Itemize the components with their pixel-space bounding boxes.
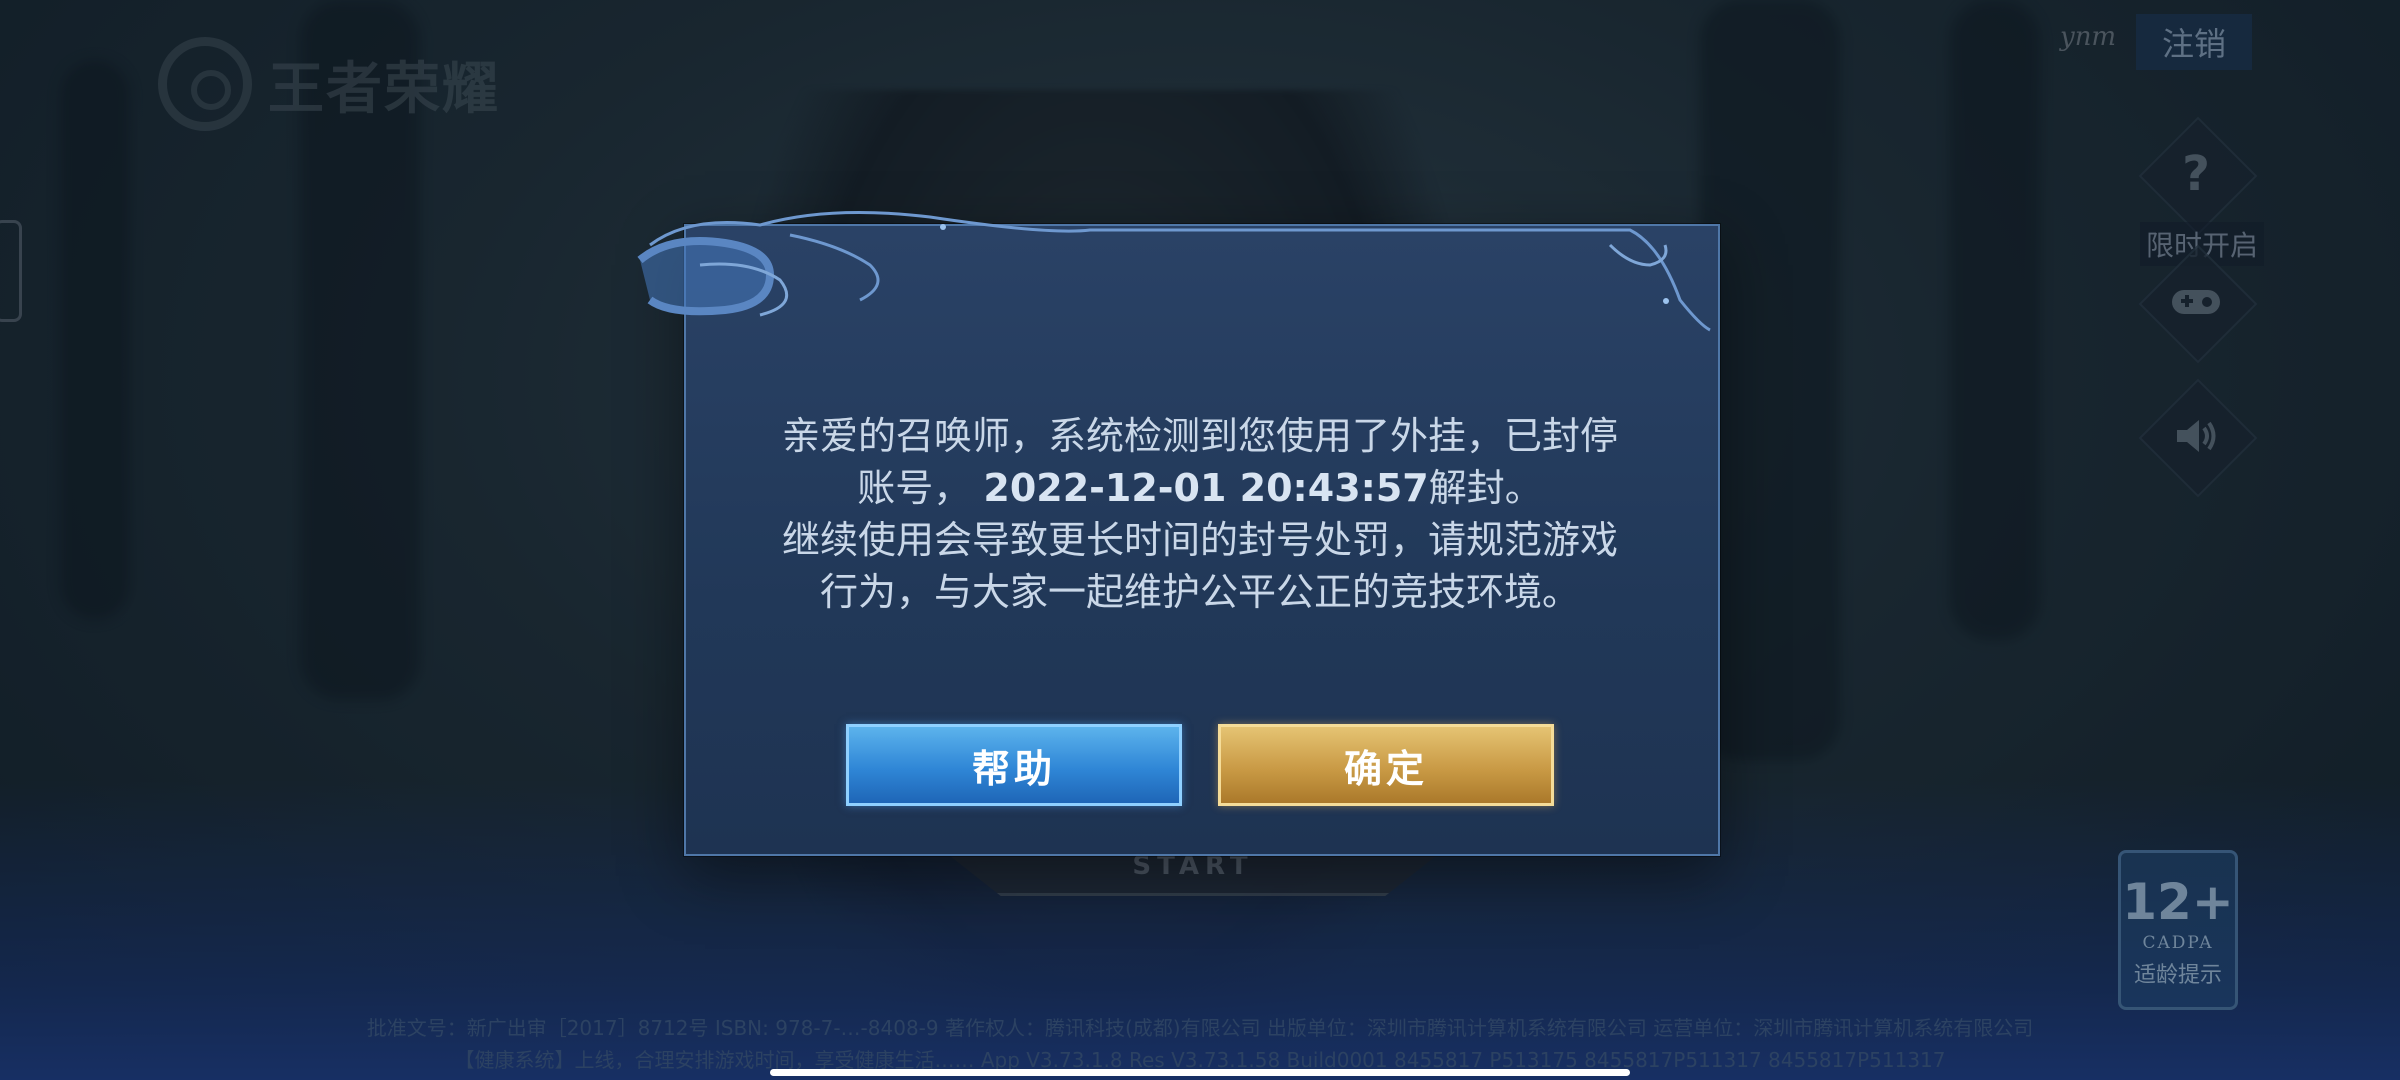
ban-message: 亲爱的召唤师，系统检测到您使用了外挂，已封停 账号， 2022-12-01 20… xyxy=(684,410,1716,618)
ban-message-prefix: 账号， xyxy=(857,466,972,510)
ban-message-line-1: 亲爱的召唤师，系统检测到您使用了外挂，已封停 xyxy=(781,414,1618,458)
ban-message-line-2: 账号， 2022-12-01 20:43:57解封。 xyxy=(684,462,1716,514)
home-indicator[interactable] xyxy=(770,1069,1630,1076)
ban-until-datetime: 2022-12-01 20:43:57 xyxy=(983,466,1429,510)
help-button[interactable]: 帮助 xyxy=(846,724,1182,806)
ban-message-line-4: 行为，与大家一起维护公平公正的竞技环境。 xyxy=(819,570,1580,614)
ban-message-line-3: 继续使用会导致更长时间的封号处罚，请规范游戏 xyxy=(781,518,1618,562)
ban-message-suffix: 解封。 xyxy=(1428,466,1543,510)
confirm-button[interactable]: 确定 xyxy=(1218,724,1554,806)
